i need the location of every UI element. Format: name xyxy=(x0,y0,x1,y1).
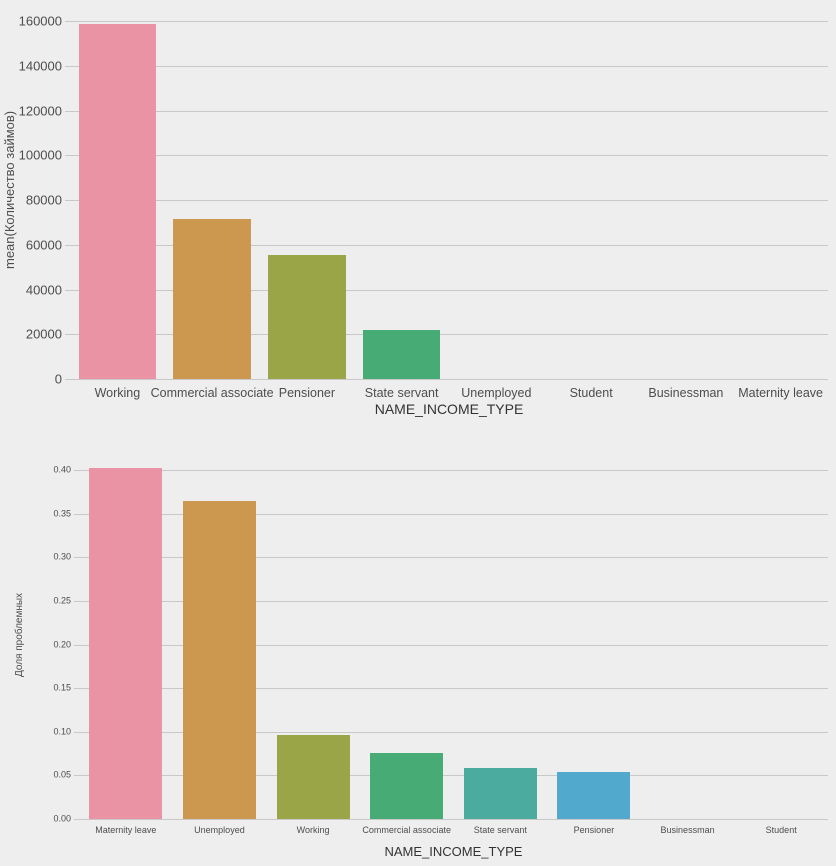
plot-area-bottom: 0.00 0.05 0.10 0.15 0.20 0.25 0.30 0.35 0.40 Mat… xyxy=(53,465,828,835)
y-tick-label: 160000 xyxy=(18,13,62,29)
y-tick-label: 100000 xyxy=(18,147,62,163)
chart-loans-by-income-type: mean(Количество займов) 0 20000 40000 60000… xyxy=(0,0,836,432)
bar[interactable] xyxy=(173,218,251,379)
x-tick-label: Unemployed xyxy=(461,386,532,400)
x-tick-label: State servant xyxy=(473,825,527,835)
y-tick-label: 60000 xyxy=(25,237,62,253)
plot-area-top: 0 20000 40000 60000 80000 100000 120000 140000 1… xyxy=(19,15,828,399)
y-tick-label: 0.10 xyxy=(53,726,71,737)
x-tick-label: Pensioner xyxy=(573,825,615,835)
y-tick-label: 0.40 xyxy=(53,464,71,475)
bar[interactable] xyxy=(362,330,441,379)
bar[interactable] xyxy=(78,23,157,379)
bar[interactable] xyxy=(557,772,631,819)
x-tick-label: Pensioner xyxy=(278,386,336,400)
bar[interactable] xyxy=(182,501,256,819)
y-tick-label: 0.00 xyxy=(53,813,71,824)
bars-bottom: Maternity leave Unemployed Working Commerci… xyxy=(79,468,828,835)
x-tick-label: Working xyxy=(94,386,141,400)
y-tick-label: 40000 xyxy=(25,282,62,297)
bars-top: Working Commercial associate Pensioner Stat… xyxy=(70,21,828,399)
x-tick-label: Student xyxy=(569,386,613,400)
y-tick-mark xyxy=(65,379,70,380)
y-axis-label-top: mean(Количество займов) xyxy=(2,110,17,270)
bar[interactable] xyxy=(89,468,163,819)
bar[interactable] xyxy=(276,735,350,819)
y-tick-label: 0.05 xyxy=(53,769,71,780)
y-tick-label: 0.20 xyxy=(53,639,71,649)
gridline xyxy=(70,379,828,380)
x-tick-label: Commercial associate xyxy=(150,386,274,400)
x-tick-label: Businessman xyxy=(648,386,724,400)
x-tick-label: Maternity leave xyxy=(738,386,824,400)
x-axis-label-bottom: NAME_INCOME_TYPE xyxy=(384,844,523,859)
y-axis-label-bottom: Доля проблемных xyxy=(14,592,25,678)
chart-default-share-by-income-type: Доля проблемных 0.00 0.05 0.10 0.15 0.20 0.25… xyxy=(0,432,836,866)
y-tick-label: 0.15 xyxy=(53,682,71,693)
y-tick-mark xyxy=(74,819,79,820)
y-tick-label: 80000 xyxy=(25,192,62,208)
y-tick-label: 20000 xyxy=(25,326,62,342)
y-tick-label: 120000 xyxy=(18,103,62,118)
y-tick-label: 0 xyxy=(54,371,62,387)
x-tick-label: Businessman xyxy=(660,825,715,835)
bar[interactable] xyxy=(268,255,346,379)
x-tick-label: Working xyxy=(296,825,330,835)
x-tick-label: Commercial associate xyxy=(362,825,451,835)
x-tick-label: Unemployed xyxy=(194,825,245,835)
bar[interactable] xyxy=(370,753,444,819)
x-tick-label: Student xyxy=(765,825,797,835)
bar[interactable] xyxy=(463,767,537,819)
x-tick-label: State servant xyxy=(364,386,439,400)
gridline xyxy=(79,819,828,820)
x-axis-label-top: NAME_INCOME_TYPE xyxy=(374,401,524,417)
y-tick-label: 0.25 xyxy=(53,595,71,606)
x-tick-label: Maternity leave xyxy=(95,825,157,835)
y-tick-label: 0.30 xyxy=(53,551,71,562)
y-tick-label: 0.35 xyxy=(53,508,71,519)
figure-canvas: mean(Количество займов) 0 20000 40000 60000… xyxy=(0,0,836,866)
y-tick-label: 140000 xyxy=(18,58,62,74)
